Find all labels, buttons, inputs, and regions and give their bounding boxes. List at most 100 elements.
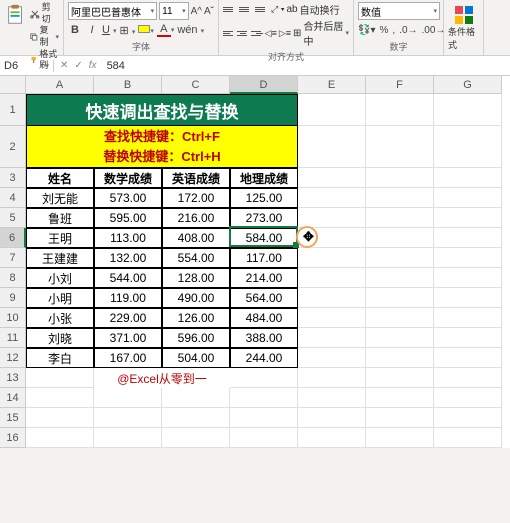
align-top-button[interactable] [223,4,237,16]
row-header[interactable]: 9 [0,288,26,308]
geo-cell[interactable]: 584.00 [230,228,298,248]
confirm-icon[interactable]: ✓ [74,60,82,71]
eng-cell[interactable]: 408.00 [162,228,230,248]
increase-font-button[interactable]: A^ [191,6,202,17]
align-bottom-button[interactable] [255,4,269,16]
row-header[interactable]: 1 [0,94,26,126]
bold-button[interactable]: B [68,24,82,36]
fill-color-button[interactable]: ▾ [138,24,154,36]
geo-cell[interactable]: 484.00 [230,308,298,328]
percent-button[interactable]: % [379,25,388,36]
eng-cell[interactable]: 554.00 [162,248,230,268]
comma-button[interactable]: , [392,25,395,36]
row-header[interactable]: 15 [0,408,26,428]
eng-cell[interactable]: 490.00 [162,288,230,308]
decrease-decimal-button[interactable]: .00→ [422,25,446,36]
row-header[interactable]: 4 [0,188,26,208]
geo-cell[interactable]: 388.00 [230,328,298,348]
accounting-button[interactable]: 💱▾ [358,25,375,36]
border-button[interactable]: ⊞ ▾ [120,24,136,37]
eng-cell[interactable]: 216.00 [162,208,230,228]
cut-button[interactable]: 剪切 [30,2,59,25]
increase-decimal-button[interactable]: .0→ [399,25,417,36]
name-cell[interactable]: 李白 [26,348,94,368]
math-cell[interactable]: 595.00 [94,208,162,228]
conditional-format-group[interactable]: 条件格式 [444,0,484,55]
math-cell[interactable]: 113.00 [94,228,162,248]
math-cell[interactable]: 119.00 [94,288,162,308]
decrease-font-button[interactable]: A˘ [204,6,214,17]
orientation-button[interactable]: ⤢ ▾ [271,4,284,15]
phonetic-button[interactable]: wén ▾ [177,24,204,36]
name-cell[interactable]: 王明 [26,228,94,248]
font-size-select[interactable]: 11▾ [159,2,189,20]
col-header-c[interactable]: C [162,76,230,94]
eng-cell[interactable]: 596.00 [162,328,230,348]
math-cell[interactable]: 371.00 [94,328,162,348]
align-right-button[interactable] [251,27,263,39]
row-header[interactable]: 12 [0,348,26,368]
underline-button[interactable]: U ▾ [102,24,117,36]
eng-cell[interactable]: 128.00 [162,268,230,288]
merge-center-button[interactable]: ⊞ 合并后居中 ▾ [293,18,349,48]
name-cell[interactable]: 小张 [26,308,94,328]
geo-cell[interactable]: 564.00 [230,288,298,308]
row-header[interactable]: 10 [0,308,26,328]
row-header[interactable]: 13 [0,368,26,388]
geo-cell[interactable]: 117.00 [230,248,298,268]
col-header-d[interactable]: D [230,76,298,94]
header-cell[interactable]: 英语成绩 [162,168,230,188]
geo-cell[interactable]: 214.00 [230,268,298,288]
header-cell[interactable]: 姓名 [26,168,94,188]
row-header[interactable]: 2 [0,126,26,168]
header-cell[interactable]: 数学成绩 [94,168,162,188]
row-header[interactable]: 6 [0,228,26,248]
col-header-a[interactable]: A [26,76,94,94]
row-header[interactable]: 16 [0,428,26,448]
col-header-f[interactable]: F [366,76,434,94]
align-center-button[interactable] [237,27,249,39]
math-cell[interactable]: 229.00 [94,308,162,328]
name-cell[interactable]: 刘无能 [26,188,94,208]
increase-indent-button[interactable]: ▷≡ [279,28,291,39]
eng-cell[interactable]: 126.00 [162,308,230,328]
name-cell[interactable]: 小刘 [26,268,94,288]
math-cell[interactable]: 132.00 [94,248,162,268]
row-header[interactable]: 11 [0,328,26,348]
geo-cell[interactable]: 273.00 [230,208,298,228]
math-cell[interactable]: 167.00 [94,348,162,368]
name-cell[interactable]: 王建建 [26,248,94,268]
italic-button[interactable]: I [85,24,99,36]
formula-input[interactable]: 584 [103,60,510,72]
math-cell[interactable]: 573.00 [94,188,162,208]
name-box[interactable]: D6▾ [0,60,54,72]
geo-cell[interactable]: 125.00 [230,188,298,208]
shortcut-cell[interactable]: 查找快捷键：Ctrl+F 替换快捷键：Ctrl+H [26,126,298,168]
math-cell[interactable]: 544.00 [94,268,162,288]
row-header[interactable]: 14 [0,388,26,408]
name-cell[interactable]: 鲁班 [26,208,94,228]
col-header-b[interactable]: B [94,76,162,94]
font-color-button[interactable]: A▾ [157,23,175,37]
number-format-select[interactable]: 数值▾ [358,2,440,20]
align-middle-button[interactable] [239,4,253,16]
align-left-button[interactable] [223,27,235,39]
row-header[interactable]: 7 [0,248,26,268]
copy-button[interactable]: 复制 ▾ [30,25,59,48]
name-cell[interactable]: 小明 [26,288,94,308]
row-header[interactable]: 3 [0,168,26,188]
row-header[interactable]: 8 [0,268,26,288]
title-cell[interactable]: 快速调出查找与替换 [26,94,298,126]
watermark-cell[interactable]: @Excel从零到一 [94,368,230,388]
wrap-text-button[interactable]: ab 自动换行 [286,2,339,17]
eng-cell[interactable]: 504.00 [162,348,230,368]
name-cell[interactable]: 刘晓 [26,328,94,348]
row-header[interactable]: 5 [0,208,26,228]
decrease-indent-button[interactable]: ◁≡ [265,28,277,39]
select-all-corner[interactable] [0,76,26,94]
fx-icon[interactable]: fx [89,60,97,71]
font-name-select[interactable]: 阿里巴巴普惠体▾ [68,2,157,20]
col-header-e[interactable]: E [298,76,366,94]
header-cell[interactable]: 地理成绩 [230,168,298,188]
col-header-g[interactable]: G [434,76,502,94]
